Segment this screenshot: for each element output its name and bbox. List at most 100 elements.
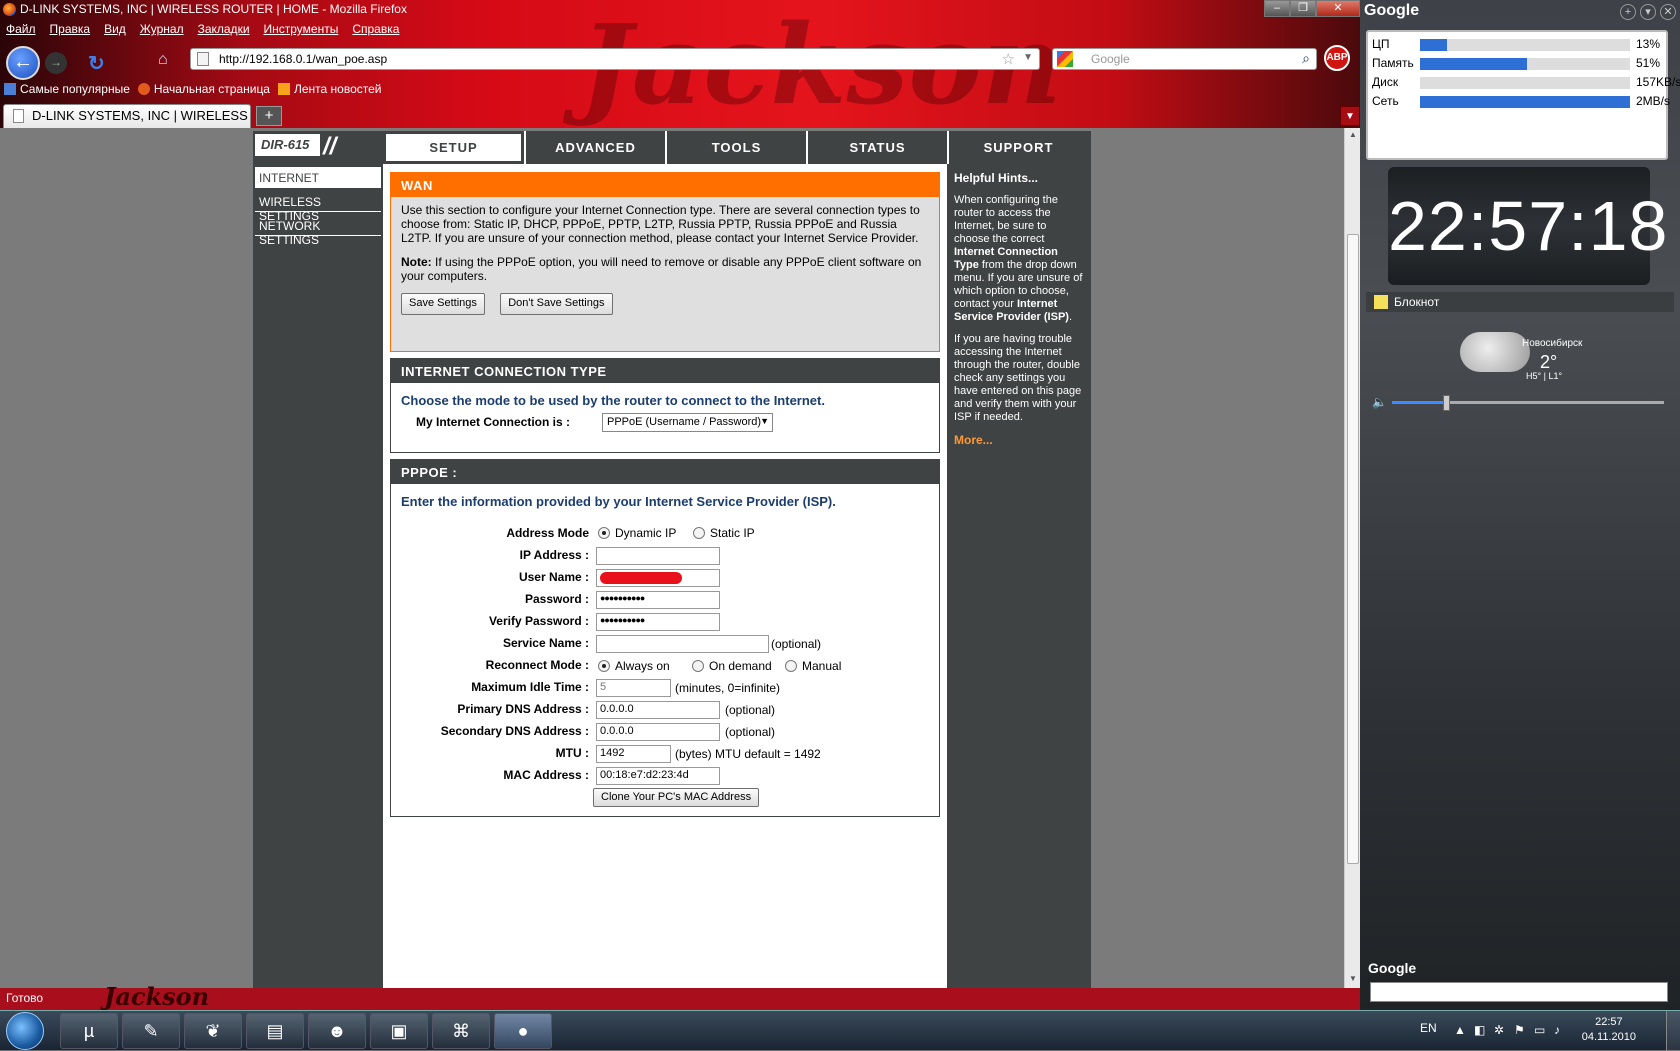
- ict-description: Choose the mode to be used by the router…: [401, 393, 825, 408]
- maximize-button[interactable]: ❐: [1290, 0, 1316, 17]
- firefox-taskbar-icon[interactable]: ●: [494, 1013, 552, 1049]
- page-viewport: DIR-615 // SETUP ADVANCED TOOLS STATUS S…: [0, 128, 1344, 988]
- bookmark-star-icon[interactable]: ☆: [1002, 50, 1015, 68]
- menu-history[interactable]: Журнал: [140, 22, 184, 40]
- scroll-thumb[interactable]: [1347, 234, 1359, 864]
- perf-row: Диск 157KB/s: [1372, 75, 1680, 91]
- dont-save-settings-button[interactable]: Don't Save Settings: [500, 293, 613, 315]
- menu-edit[interactable]: Правка: [50, 22, 91, 40]
- tray-clock[interactable]: 22:57 04.11.2010: [1582, 1015, 1636, 1045]
- explorer-taskbar-icon[interactable]: ▤: [246, 1013, 304, 1049]
- sidebar-controls: + ▾ ✕: [1620, 4, 1676, 20]
- user-name-field[interactable]: [596, 569, 720, 587]
- always-on-radio[interactable]: [598, 660, 610, 672]
- tab-setup[interactable]: SETUP: [383, 131, 524, 164]
- ip-address-field[interactable]: [596, 547, 720, 565]
- left-nav-internet[interactable]: INTERNET: [255, 167, 381, 188]
- clone-mac-button[interactable]: Clone Your PC's MAC Address: [593, 788, 760, 807]
- google-search-logo: Google: [1368, 960, 1417, 976]
- url-dropdown-icon[interactable]: ▼: [1023, 52, 1033, 63]
- back-button[interactable]: ←: [6, 46, 40, 80]
- max-idle-time-field[interactable]: 5: [596, 679, 671, 697]
- tab-strip: D-LINK SYSTEMS, INC | WIRELESS R... + ▼: [0, 104, 1360, 128]
- tab-support[interactable]: SUPPORT: [947, 131, 1088, 164]
- leaf-taskbar-icon[interactable]: ❦: [184, 1013, 242, 1049]
- utorrent-taskbar-icon[interactable]: µ: [60, 1013, 118, 1049]
- tab-tools[interactable]: TOOLS: [665, 131, 806, 164]
- windows-sidebar: Google + ▾ ✕ ЦП 13% Память 51% Диск 157KB/s Се…: [1360, 0, 1680, 1010]
- menu-bar: Файл Правка Вид Журнал Закладки Инструме…: [0, 22, 399, 40]
- notepad-taskbar-icon[interactable]: ✎: [122, 1013, 180, 1049]
- primary-dns-field[interactable]: 0.0.0.0: [596, 701, 720, 719]
- menu-tools[interactable]: Инструменты: [264, 22, 339, 40]
- left-nav-network-settings[interactable]: NETWORK SETTINGS: [255, 215, 381, 247]
- connection-type-select[interactable]: PPPoE (Username / Password) ▼: [602, 413, 773, 432]
- search-input[interactable]: Google ⌕: [1052, 48, 1317, 70]
- tray-network-icon[interactable]: ▭: [1534, 1023, 1545, 1037]
- tray-flag-icon[interactable]: ⚑: [1514, 1023, 1525, 1037]
- tab-router[interactable]: D-LINK SYSTEMS, INC | WIRELESS R...: [3, 104, 251, 128]
- tray-gear-icon[interactable]: ✲: [1494, 1023, 1504, 1037]
- more-link[interactable]: More...: [954, 433, 1084, 447]
- home-icon[interactable]: ⌂: [158, 51, 168, 69]
- network-taskbar-icon[interactable]: ⌘: [432, 1013, 490, 1049]
- tab-advanced[interactable]: ADVANCED: [524, 131, 665, 164]
- tray-app-icon[interactable]: ◧: [1474, 1023, 1485, 1037]
- perf-value: 157KB/s: [1636, 75, 1680, 89]
- secondary-dns-field[interactable]: 0.0.0.0: [596, 723, 720, 741]
- bookmark-start-page[interactable]: Начальная страница: [137, 82, 270, 96]
- static-ip-radio[interactable]: [693, 527, 705, 539]
- search-icon[interactable]: ⌕: [1302, 50, 1310, 67]
- dynamic-ip-radio[interactable]: [598, 527, 610, 539]
- google-engine-icon[interactable]: [1057, 51, 1073, 67]
- bookmark-most-visited[interactable]: Самые популярные: [4, 82, 130, 96]
- google-search-input[interactable]: [1370, 982, 1668, 1002]
- reload-icon[interactable]: ↻: [88, 51, 105, 76]
- volume-knob[interactable]: [1443, 395, 1451, 411]
- manual-radio[interactable]: [785, 660, 797, 672]
- bookmark-news-feed[interactable]: Лента новостей: [277, 82, 381, 96]
- menu-help[interactable]: Справка: [352, 22, 399, 40]
- mac-address-field[interactable]: 00:18:e7:d2:23:4d: [596, 767, 720, 785]
- volume-track[interactable]: [1392, 395, 1664, 411]
- manual-label: Manual: [802, 659, 842, 673]
- show-desktop-button[interactable]: [1666, 1011, 1680, 1051]
- close-icon[interactable]: ✕: [1660, 4, 1676, 20]
- scroll-up-icon[interactable]: ▲: [1347, 130, 1359, 142]
- user-name-label: User Name :: [518, 570, 589, 584]
- tab-list-dropdown-icon[interactable]: ▼: [1340, 106, 1360, 126]
- close-button[interactable]: ✕: [1316, 0, 1360, 17]
- cloud-icon: [1460, 332, 1530, 372]
- notes-gadget[interactable]: Блокнот: [1366, 292, 1674, 312]
- minimize-button[interactable]: –: [1264, 0, 1290, 17]
- new-tab-button[interactable]: +: [256, 106, 282, 126]
- ict-title: INTERNET CONNECTION TYPE: [391, 359, 939, 383]
- service-name-field[interactable]: [596, 635, 769, 653]
- start-button[interactable]: [6, 1012, 44, 1050]
- adblock-plus-icon[interactable]: ABP: [1324, 45, 1350, 71]
- left-nav-wireless-settings[interactable]: WIRELESS SETTINGS: [255, 191, 381, 223]
- tray-volume-icon[interactable]: ♪: [1554, 1023, 1560, 1037]
- perf-value: 51%: [1636, 56, 1661, 70]
- menu-view[interactable]: Вид: [104, 22, 126, 40]
- tab-status[interactable]: STATUS: [806, 131, 947, 164]
- vertical-scrollbar[interactable]: ▲ ▼: [1344, 128, 1360, 988]
- verify-password-field[interactable]: ●●●●●●●●●●: [596, 613, 720, 631]
- control-panel-taskbar-icon[interactable]: ▣: [370, 1013, 428, 1049]
- tray-arrow-icon[interactable]: ▲: [1454, 1023, 1466, 1037]
- password-field[interactable]: ●●●●●●●●●●: [596, 591, 720, 609]
- on-demand-radio[interactable]: [692, 660, 704, 672]
- menu-icon[interactable]: ▾: [1640, 4, 1656, 20]
- speaker-icon[interactable]: 🔈: [1372, 395, 1387, 409]
- url-bar[interactable]: http://192.168.0.1/wan_poe.asp ☆ ▼: [190, 48, 1040, 70]
- add-gadget-icon[interactable]: +: [1620, 4, 1636, 20]
- menu-file[interactable]: Файл: [6, 22, 36, 40]
- menu-bookmarks[interactable]: Закладки: [198, 22, 250, 40]
- language-indicator[interactable]: EN: [1420, 1021, 1437, 1035]
- pppoe-title: PPPOE :: [391, 460, 939, 484]
- save-settings-button[interactable]: Save Settings: [401, 293, 485, 315]
- forward-button[interactable]: →: [45, 52, 67, 74]
- scroll-down-icon[interactable]: ▼: [1347, 974, 1359, 986]
- mtu-field[interactable]: 1492: [596, 745, 671, 763]
- alien-taskbar-icon[interactable]: ☻: [308, 1013, 366, 1049]
